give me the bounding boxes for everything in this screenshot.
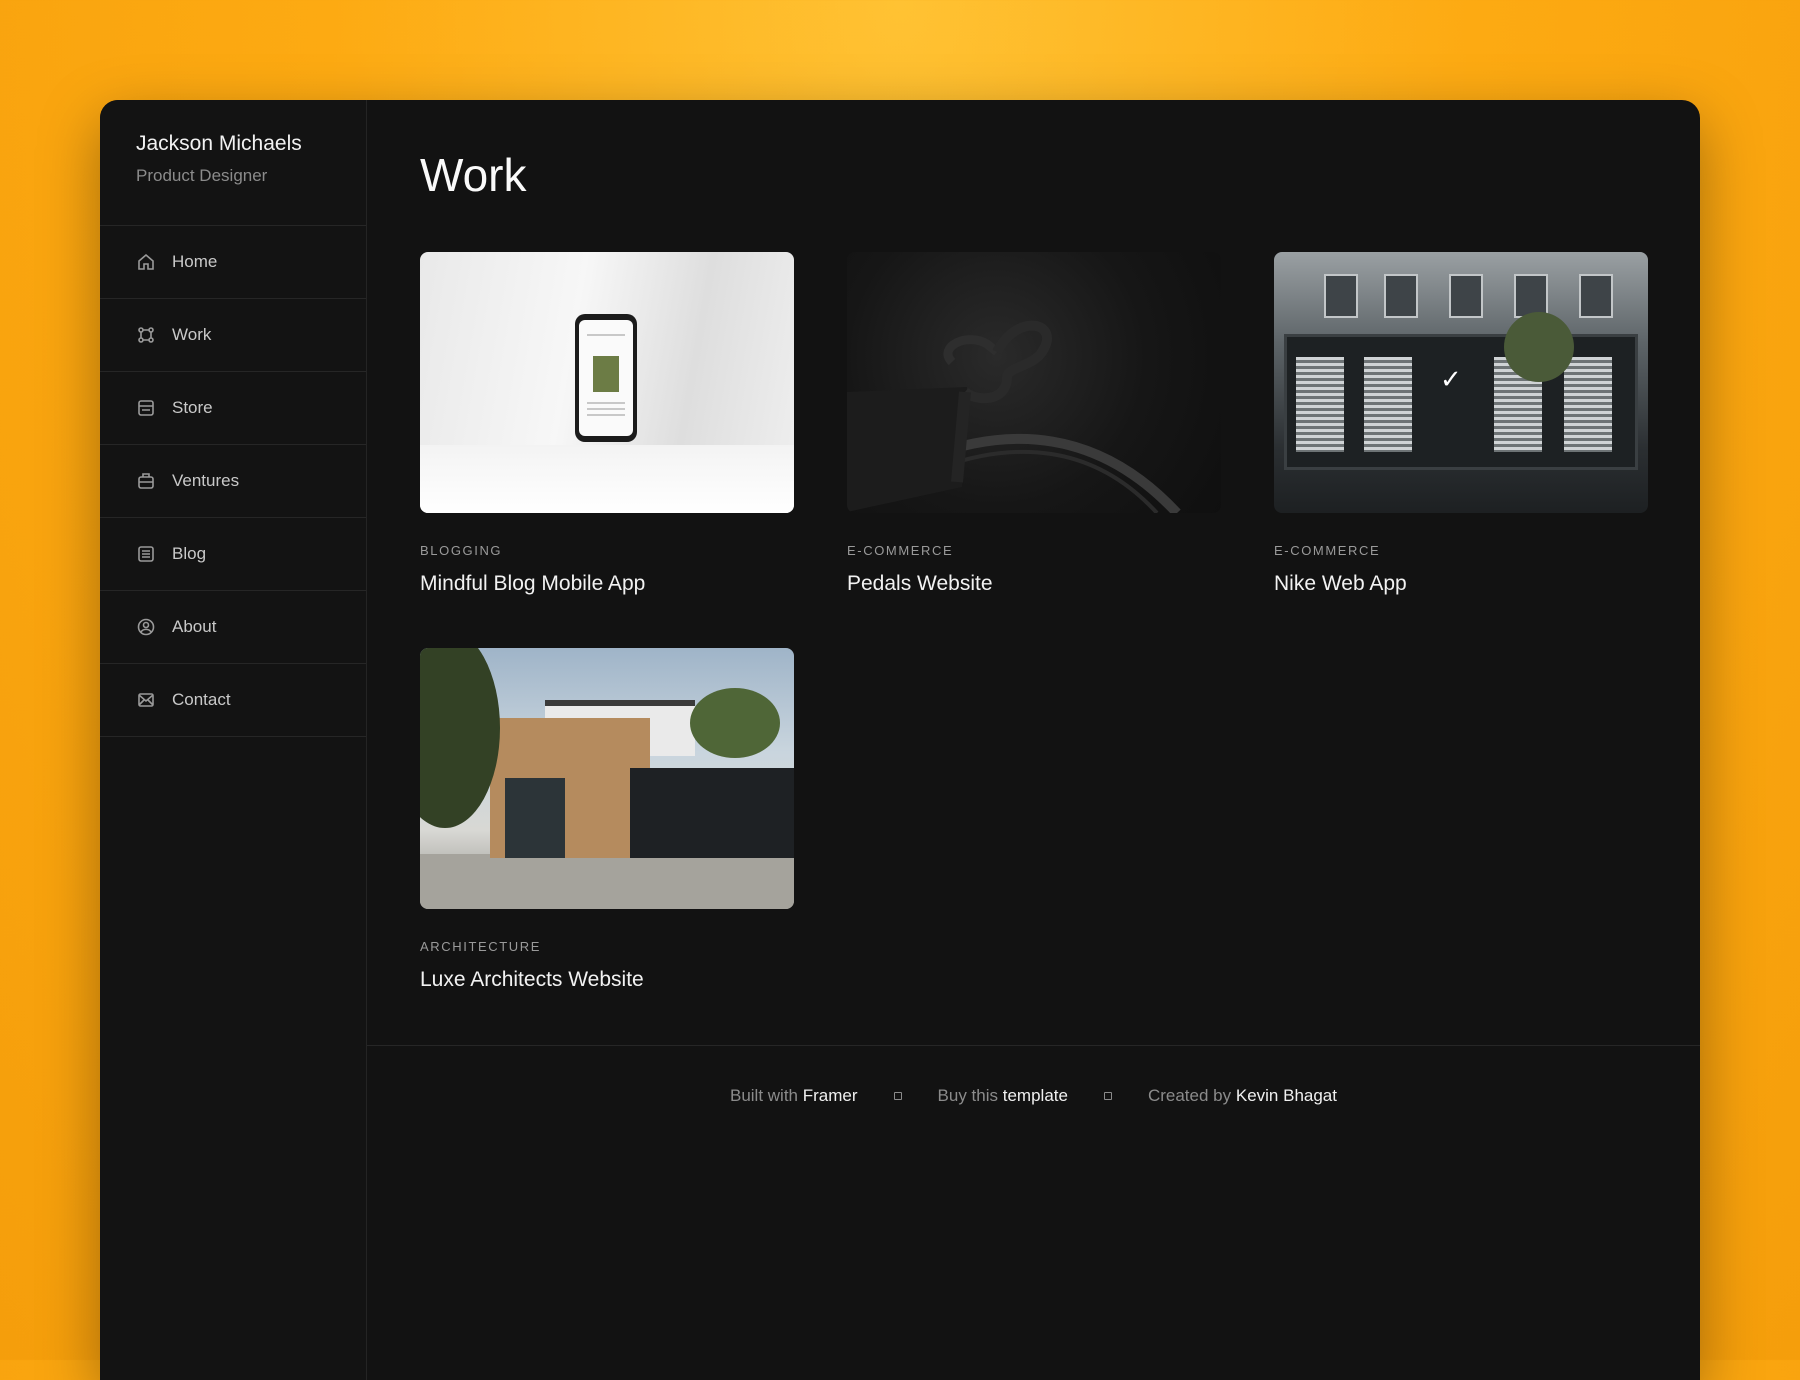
footer-created-prefix: Created by (1147, 1086, 1232, 1105)
sidebar-item-label: Home (172, 252, 218, 271)
sidebar-item-label: About (172, 617, 217, 636)
user-circle-icon (137, 618, 155, 636)
project-category: E-COMMERCE (1274, 543, 1381, 558)
sidebar-item-ventures[interactable]: Ventures (100, 445, 366, 518)
sidebar-item-label: Store (172, 398, 213, 417)
footer: Built with Framer Buy this template Crea… (367, 1045, 1700, 1146)
sidebar-item-about[interactable]: About (100, 591, 366, 664)
project-title[interactable]: Pedals Website (847, 572, 1221, 596)
framer-link[interactable]: Framer (803, 1086, 858, 1105)
list-icon (138, 546, 154, 562)
page-title: Work (420, 149, 527, 201)
project-card[interactable]: E-COMMERCE Pedals Website (847, 252, 1221, 596)
profile-role: Product Designer (136, 166, 268, 185)
footer-credit: Created by Kevin Bhagat (1148, 1086, 1337, 1106)
home-icon (138, 253, 154, 270)
project-thumbnail[interactable] (420, 648, 794, 909)
work-icon (138, 327, 154, 343)
project-category: E-COMMERCE (847, 543, 954, 558)
footer-separator-icon (893, 1092, 902, 1100)
template-link[interactable]: template (1003, 1086, 1068, 1105)
footer-built-prefix: Built with (729, 1086, 799, 1105)
project-title[interactable]: Mindful Blog Mobile App (420, 572, 794, 596)
sidebar-item-label: Blog (172, 544, 207, 563)
project-card[interactable]: BLOGGING Mindful Blog Mobile App (420, 252, 794, 596)
footer-separator-icon (1103, 1092, 1112, 1100)
mail-icon (138, 693, 154, 707)
sidebar-item-work[interactable]: Work (100, 299, 366, 372)
project-category: ARCHITECTURE (420, 939, 542, 954)
project-card[interactable]: ARCHITECTURE Luxe Architects Website (420, 648, 794, 992)
project-card[interactable]: ✓ E-COMMERCE Nike Web App (1274, 252, 1648, 596)
project-thumbnail[interactable]: ✓ (1274, 252, 1648, 513)
footer-buy-prefix: Buy this (937, 1086, 999, 1105)
project-title[interactable]: Nike Web App (1274, 572, 1648, 596)
sidebar-nav: Home Work Store Ventures Blog About Cont… (100, 226, 366, 737)
sidebar-item-home[interactable]: Home (100, 226, 366, 299)
briefcase-icon (138, 473, 154, 489)
profile-name[interactable]: Jackson Michaels (136, 132, 366, 156)
sidebar-item-label: Contact (172, 690, 231, 709)
sidebar: Jackson Michaels Product Designer Home W… (100, 100, 367, 1380)
profile: Jackson Michaels Product Designer (100, 100, 366, 226)
app-window: Jackson Michaels Product Designer Home W… (100, 100, 1700, 1380)
sidebar-item-contact[interactable]: Contact (100, 664, 366, 737)
sidebar-item-blog[interactable]: Blog (100, 518, 366, 591)
project-thumbnail[interactable] (847, 252, 1221, 513)
main-content: Work BLOGGING Mindful Blog Mobile App E-… (367, 100, 1700, 1380)
project-thumbnail[interactable] (420, 252, 794, 513)
sidebar-item-label: Ventures (172, 471, 240, 490)
project-title[interactable]: Luxe Architects Website (420, 968, 794, 992)
footer-buy: Buy this template (938, 1086, 1068, 1106)
author-link[interactable]: Kevin Bhagat (1236, 1086, 1337, 1105)
footer-built-with: Built with Framer (730, 1086, 858, 1106)
store-icon (138, 400, 154, 416)
sidebar-item-store[interactable]: Store (100, 372, 366, 445)
sidebar-item-label: Work (172, 325, 212, 344)
project-category: BLOGGING (420, 543, 503, 558)
